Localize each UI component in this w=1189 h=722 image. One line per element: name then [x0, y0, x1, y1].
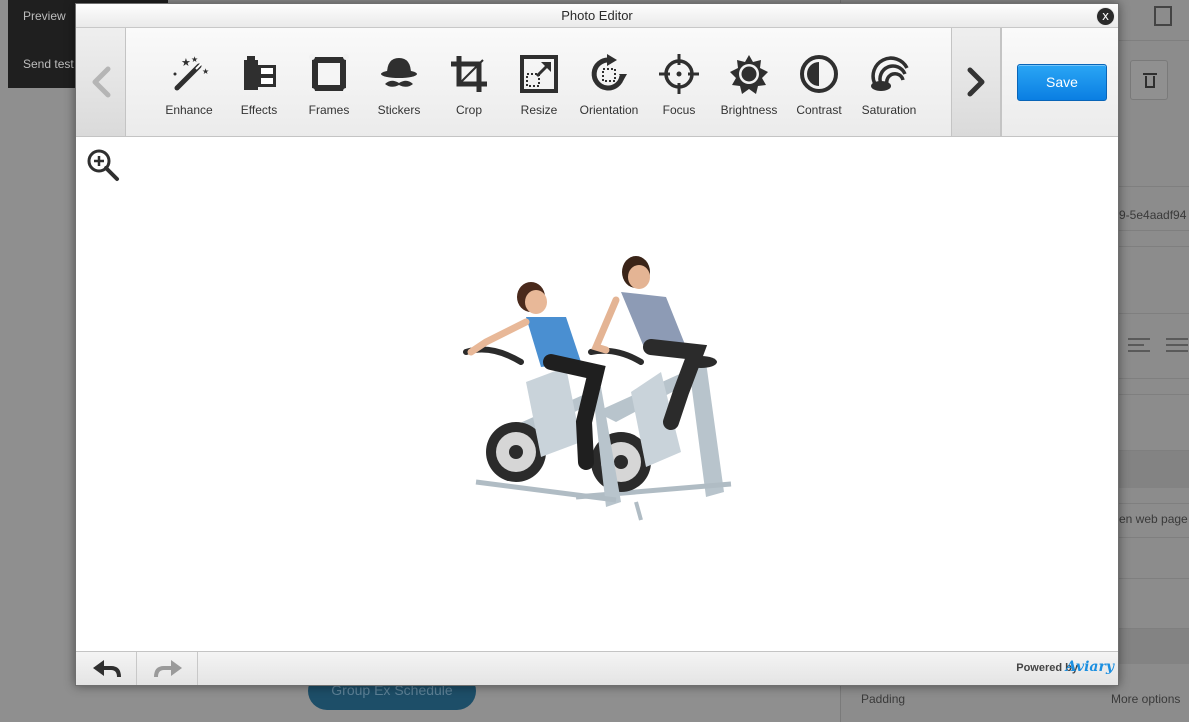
tool-enhance[interactable]: ★ ★ ★ Enhance — [154, 28, 224, 136]
editor-toolbar: ★ ★ ★ Enhance Effects Frames Stickers Cr… — [76, 28, 1118, 137]
chevron-left-icon — [92, 66, 111, 98]
svg-text:★: ★ — [181, 56, 191, 69]
hat-mustache-icon — [381, 58, 417, 87]
trash-icon — [1130, 60, 1168, 100]
tool-effects[interactable]: Effects — [224, 28, 294, 136]
svg-text:★: ★ — [191, 55, 198, 64]
resize-icon — [520, 55, 558, 93]
modal-titlebar: Photo Editor x — [76, 4, 1118, 28]
photo-spin-bikes — [463, 256, 732, 521]
save-area: Save — [1001, 28, 1118, 136]
save-button[interactable]: Save — [1017, 64, 1107, 101]
svg-text:★: ★ — [202, 67, 209, 76]
tool-stickers[interactable]: Stickers — [364, 28, 434, 136]
preview-menu-item: Preview — [23, 9, 66, 23]
aviary-logo[interactable]: Aviary — [1066, 659, 1114, 675]
tools-next-button[interactable] — [951, 28, 1001, 136]
tool-crop[interactable]: Crop — [434, 28, 504, 136]
contrast-icon — [800, 55, 838, 93]
saturation-icon — [871, 56, 909, 91]
chevron-right-icon — [967, 67, 985, 97]
bg-id-fragment: 9-5e4aadf94 — [1119, 208, 1187, 222]
bg-more-options: More options — [1111, 692, 1181, 706]
tool-label: Saturation — [861, 103, 917, 117]
focus-icon — [659, 54, 699, 94]
redo-icon — [154, 660, 182, 678]
tool-resize[interactable]: Resize — [504, 28, 574, 136]
rotate-icon — [591, 54, 627, 91]
tool-saturation[interactable]: Saturation — [854, 28, 924, 136]
undo-icon — [93, 660, 121, 678]
align-justify-icon — [1166, 338, 1188, 356]
modal-title: Photo Editor — [561, 8, 633, 23]
send-test-menu-item: Send test — [23, 57, 74, 71]
bg-link-fragment: en web page — [1119, 512, 1188, 526]
bg-padding-label: Padding — [861, 692, 906, 706]
crop-icon — [451, 56, 487, 92]
frame-icon — [309, 54, 349, 94]
tool-focus[interactable]: Focus — [644, 28, 714, 136]
close-icon: x — [1101, 9, 1110, 23]
image-canvas[interactable] — [76, 138, 1118, 651]
editor-footer: Powered by Aviary — [76, 651, 1118, 685]
film-icon — [244, 56, 276, 90]
align-left-icon — [1128, 338, 1150, 356]
tool-contrast[interactable]: Contrast — [784, 28, 854, 136]
redo-button[interactable] — [137, 652, 198, 685]
document-icon — [1154, 6, 1172, 26]
tool-orientation[interactable]: Orientation — [574, 28, 644, 136]
magic-wand-icon: ★ ★ ★ — [173, 55, 209, 91]
photo-editor-modal: Photo Editor x ★ ★ ★ Enhance Effects Fra… — [75, 3, 1119, 686]
undo-button[interactable] — [76, 652, 137, 685]
tools-prev-button[interactable] — [76, 28, 126, 136]
sun-icon — [730, 55, 768, 94]
tool-frames[interactable]: Frames — [294, 28, 364, 136]
close-button[interactable]: x — [1096, 7, 1115, 26]
zoom-in-icon[interactable] — [86, 148, 120, 182]
tool-brightness[interactable]: Brightness — [714, 28, 784, 136]
